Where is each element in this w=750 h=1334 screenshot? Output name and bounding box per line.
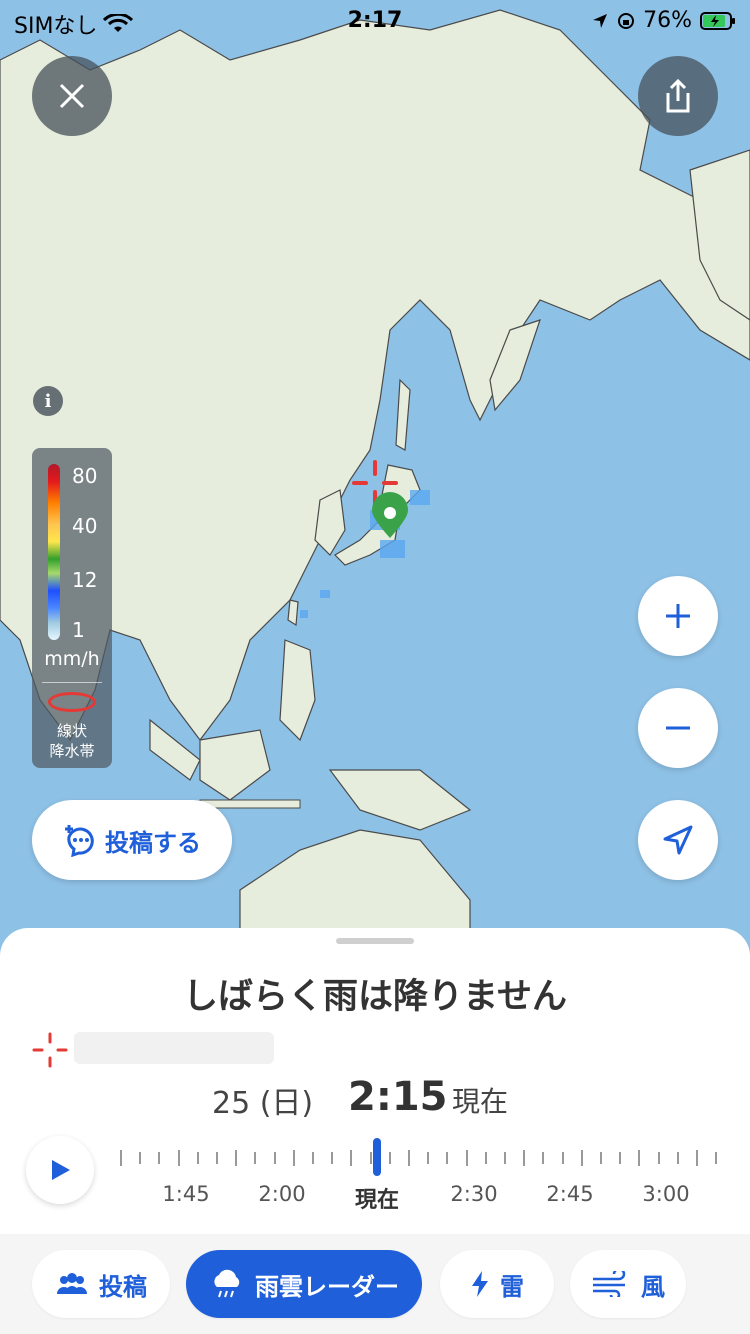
timeline-tick: [158, 1152, 161, 1164]
time-label: 1:45: [162, 1182, 210, 1206]
lightning-icon: [472, 1271, 488, 1297]
time-label: 2:00: [258, 1182, 306, 1206]
legend-divider: [42, 682, 102, 683]
timeline-tick: [696, 1150, 698, 1166]
timeline-tick: [120, 1150, 122, 1166]
band-line2: 降水帯: [49, 742, 95, 760]
timeline-tick: [273, 1152, 276, 1164]
nav-wind-label: 風: [641, 1272, 665, 1301]
timeline-ticks[interactable]: [120, 1148, 740, 1178]
legend-label-12: 12: [72, 568, 98, 592]
battery-percent: 76%: [643, 8, 692, 33]
timeline-tick: [139, 1152, 142, 1164]
close-button[interactable]: [32, 56, 112, 136]
forecast-headline: しばらく雨は降りません: [183, 977, 567, 1017]
legend-label-40: 40: [72, 514, 98, 538]
time-label: 2:45: [546, 1182, 594, 1206]
timeline-tick: [177, 1150, 180, 1166]
timeline-tick: [196, 1152, 199, 1164]
nav-rain-radar[interactable]: 雨雲レーダー: [186, 1250, 422, 1318]
timeline-tick: [216, 1152, 218, 1164]
rain-cloud-icon: [214, 1269, 240, 1298]
timeline-tick: [427, 1152, 430, 1164]
rotation-lock-icon: [618, 12, 635, 29]
timeline-tick: [561, 1152, 564, 1164]
status-right: 76%: [591, 8, 736, 33]
now-label: 現在: [452, 1085, 509, 1118]
nav-rain-radar-label: 雨雲レーダー: [255, 1272, 399, 1301]
timeline-tick: [388, 1152, 391, 1164]
timeline-tick: [657, 1152, 660, 1164]
timeline-tick: [465, 1150, 468, 1166]
bottom-nav: 投稿 雨雲レーダー 雷 風: [0, 1234, 750, 1334]
status-bar: SIMなし 2:17 76%: [0, 0, 750, 44]
play-icon: [52, 1160, 70, 1180]
linear-rain-band-icon: [48, 692, 96, 712]
forecast-sheet: しばらく雨は降りません 25 (日) 2:15 現在 1:45 2:00 現在 …: [0, 928, 750, 1234]
plus-icon: [666, 604, 690, 628]
timeline-tick: [331, 1152, 334, 1164]
timeline-tick: [504, 1152, 506, 1164]
post-button-label: 投稿する: [105, 828, 201, 857]
current-time: 2:15: [348, 1074, 448, 1120]
post-button[interactable]: 投稿する: [32, 800, 232, 880]
people-icon: [57, 1273, 87, 1294]
timeline-tick: [523, 1150, 526, 1166]
linear-rain-band-label: 線状 降水帯: [32, 721, 112, 761]
precip-legend: 80 40 12 1 mm/h 線状 降水帯: [32, 448, 112, 768]
target-icon: [32, 1032, 68, 1068]
zoom-in-button[interactable]: [638, 576, 718, 656]
sheet-handle[interactable]: [336, 938, 414, 944]
band-line1: 線状: [56, 722, 87, 740]
legend-color-bar: [48, 464, 60, 640]
timeline-tick: [369, 1152, 372, 1164]
timeline-tick: [292, 1150, 295, 1166]
timeline-tick: [715, 1152, 718, 1164]
nav-lightning-label: 雷: [500, 1272, 524, 1301]
share-button[interactable]: [638, 56, 718, 136]
timeline-tick: [638, 1150, 641, 1166]
close-icon: [59, 83, 85, 109]
time-label-now: 現在: [354, 1188, 400, 1213]
timeline-tick: [350, 1150, 353, 1166]
legend-label-80: 80: [72, 464, 98, 488]
nav-wind[interactable]: 風: [570, 1250, 686, 1318]
current-location-button[interactable]: [638, 800, 718, 880]
nav-lightning[interactable]: 雷: [440, 1250, 554, 1318]
zoom-out-button[interactable]: [638, 688, 718, 768]
date-label: 25 (日): [212, 1086, 314, 1121]
timeline-tick: [580, 1150, 583, 1166]
timeline-tick: [254, 1152, 257, 1164]
wind-icon: [593, 1271, 626, 1297]
timeline-tick: [542, 1152, 545, 1164]
time-label: 3:00: [642, 1182, 690, 1206]
timeline-tick: [619, 1152, 622, 1164]
post-speech-icon: [65, 825, 94, 857]
timeline-labels: 1:45 2:00 現在 2:30 2:45 3:00: [0, 1182, 750, 1213]
nav-posts-label: 投稿: [99, 1272, 147, 1301]
navigation-arrow-icon: [663, 825, 693, 855]
timeline-tick: [676, 1152, 679, 1164]
share-icon: [666, 79, 690, 113]
battery-charging-icon: [700, 11, 735, 30]
timeline-tick: [408, 1150, 410, 1166]
timeline-tick: [235, 1150, 238, 1166]
timeline-tick: [600, 1152, 602, 1164]
timeline-tick: [312, 1152, 314, 1164]
nav-posts[interactable]: 投稿: [32, 1250, 170, 1318]
legend-unit: mm/h: [44, 648, 100, 670]
time-label: 2:30: [450, 1182, 498, 1206]
minus-icon: [666, 726, 690, 730]
location-arrow-icon: [593, 13, 608, 28]
timeline-cursor[interactable]: [373, 1138, 381, 1176]
location-name-placeholder: [74, 1032, 274, 1064]
legend-label-1: 1: [72, 618, 85, 642]
info-icon[interactable]: i: [33, 386, 63, 416]
timeline-tick: [446, 1152, 449, 1164]
timeline-tick: [484, 1152, 487, 1164]
